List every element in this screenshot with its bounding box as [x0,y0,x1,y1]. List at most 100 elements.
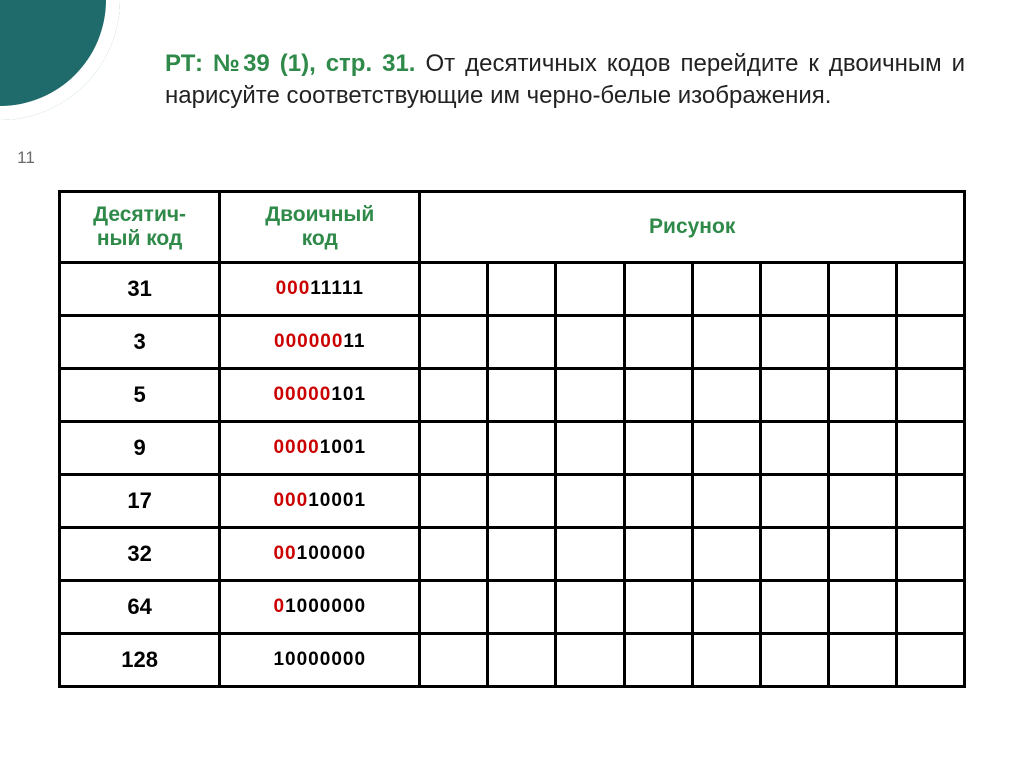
pixel-cell [624,316,692,369]
pixel-cell [488,369,556,422]
header-decimal: Десятич- ный код [60,192,220,263]
decimal-cell: 3 [60,316,220,369]
task-headline: РТ: №39 (1), стр. 31. От десятичных кодо… [165,48,965,113]
pixel-cell [692,528,760,581]
codes-table-wrap: Десятич- ный код Двоичный код Рисунок 31… [58,190,966,688]
decimal-cell: 32 [60,528,220,581]
binary-significant: 10001 [308,490,366,511]
pixel-cell [420,369,488,422]
binary-cell: 00000011 [220,316,420,369]
pixel-cell [488,475,556,528]
pixel-cell [556,316,624,369]
binary-leading-zeros: 0 [273,596,285,617]
pixel-cell [624,475,692,528]
pixel-cell [828,634,896,687]
pixel-cell [828,316,896,369]
pixel-cell [556,369,624,422]
binary-cell: 01000000 [220,581,420,634]
decimal-cell: 9 [60,422,220,475]
pixel-cell [692,475,760,528]
pixel-cell [760,422,828,475]
decimal-cell: 17 [60,475,220,528]
pixel-cell [760,263,828,316]
pixel-cell [624,369,692,422]
table-row: 300000011 [60,316,965,369]
pixel-cell [420,528,488,581]
pixel-cell [760,528,828,581]
pixel-cell [556,475,624,528]
slide-corner-decoration [0,0,120,120]
task-reference: РТ: №39 (1), стр. 31. [165,50,415,77]
binary-significant: 101 [331,384,366,405]
pixel-cell [828,528,896,581]
decimal-cell: 31 [60,263,220,316]
pixel-cell [624,634,692,687]
pixel-cell [556,263,624,316]
binary-cell: 10000000 [220,634,420,687]
table-row: 3100011111 [60,263,965,316]
pixel-cell [760,634,828,687]
pixel-cell [828,475,896,528]
pixel-cell [556,634,624,687]
pixel-cell [896,475,964,528]
pixel-cell [760,369,828,422]
pixel-cell [896,316,964,369]
pixel-cell [556,581,624,634]
table-body: 3100011111300000011500000101900001001170… [60,263,965,687]
pixel-cell [896,263,964,316]
binary-cell: 00001001 [220,422,420,475]
binary-leading-zeros: 000000 [274,331,343,352]
pixel-cell [760,316,828,369]
pixel-cell [420,634,488,687]
binary-leading-zeros: 000 [276,278,311,299]
header-binary: Двоичный код [220,192,420,263]
binary-significant: 1000000 [285,596,366,617]
pixel-cell [896,634,964,687]
pixel-cell [488,581,556,634]
header-picture: Рисунок [420,192,965,263]
table-row: 6401000000 [60,581,965,634]
pixel-cell [760,475,828,528]
pixel-cell [556,422,624,475]
binary-leading-zeros: 00000 [273,384,331,405]
pixel-cell [896,528,964,581]
table-row: 1700010001 [60,475,965,528]
table-row: 500000101 [60,369,965,422]
binary-significant: 100000 [297,543,366,564]
binary-leading-zeros: 000 [273,490,308,511]
table-row: 3200100000 [60,528,965,581]
pixel-cell [488,422,556,475]
binary-significant: 1001 [320,437,366,458]
table-header-row: Десятич- ный код Двоичный код Рисунок [60,192,965,263]
pixel-cell [692,263,760,316]
decimal-cell: 128 [60,634,220,687]
table-row: 12810000000 [60,634,965,687]
decimal-cell: 64 [60,581,220,634]
binary-cell: 00100000 [220,528,420,581]
pixel-cell [896,369,964,422]
pixel-cell [420,581,488,634]
pixel-cell [692,316,760,369]
pixel-cell [692,369,760,422]
codes-table: Десятич- ный код Двоичный код Рисунок 31… [58,190,966,688]
binary-leading-zeros: 00 [273,543,296,564]
table-row: 900001001 [60,422,965,475]
pixel-cell [828,369,896,422]
pixel-cell [896,422,964,475]
pixel-cell [556,528,624,581]
binary-cell: 00011111 [220,263,420,316]
binary-significant: 11111 [310,278,364,299]
pixel-cell [488,634,556,687]
pixel-cell [488,528,556,581]
decimal-cell: 5 [60,369,220,422]
binary-cell: 00010001 [220,475,420,528]
slide-number: 11 [8,148,44,168]
pixel-cell [828,581,896,634]
pixel-cell [624,528,692,581]
binary-cell: 00000101 [220,369,420,422]
pixel-cell [828,263,896,316]
pixel-cell [828,422,896,475]
pixel-cell [624,581,692,634]
pixel-cell [420,422,488,475]
pixel-cell [760,581,828,634]
